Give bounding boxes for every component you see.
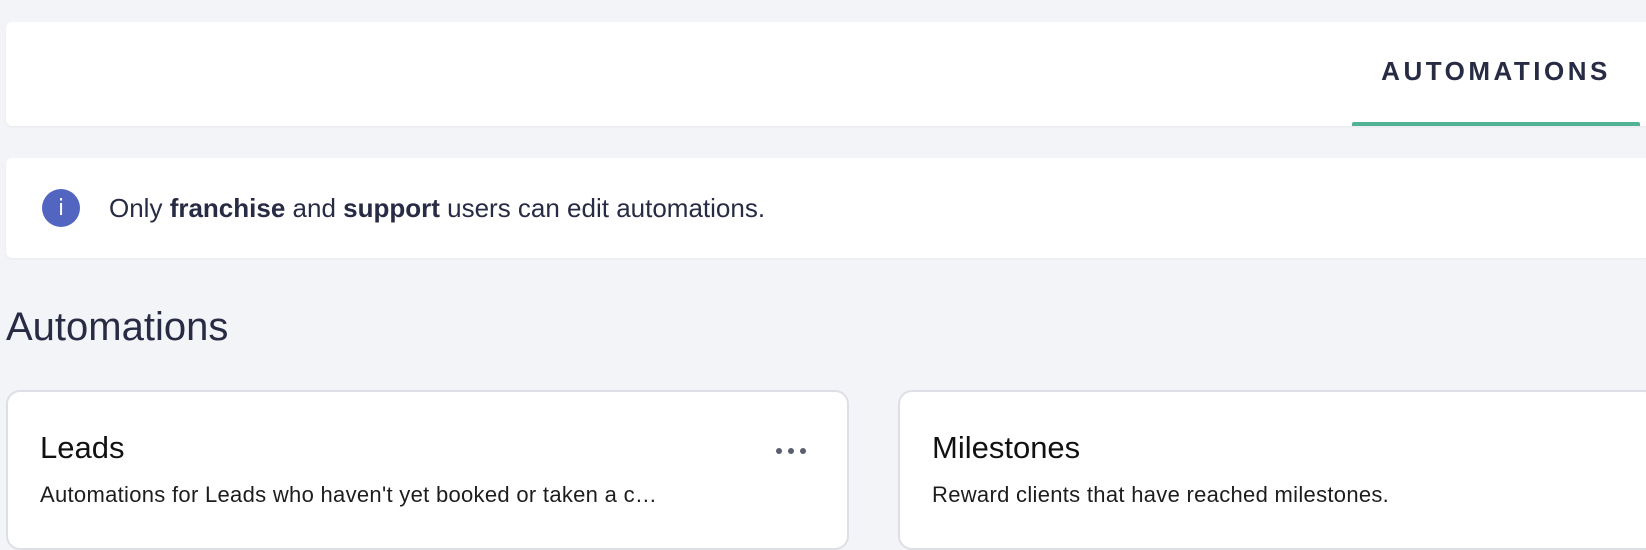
notice-emphasis-support: support [343, 192, 440, 223]
notice-text-part: and [285, 192, 344, 223]
notice-text-part: users can edit automations. [439, 192, 766, 223]
section-title: Automations [6, 305, 229, 349]
card-description: Automations for Leads who haven't yet bo… [40, 482, 658, 507]
tab-automations-label: AUTOMATIONS [1381, 55, 1611, 86]
notice-text-part: Only [109, 192, 170, 223]
permissions-notice: i Only franchise and support users can e… [6, 158, 1646, 258]
info-icon: i [42, 189, 80, 227]
dot [776, 448, 782, 454]
card-title: Milestones [932, 430, 1081, 465]
card-title: Leads [40, 430, 125, 465]
automation-card-leads[interactable]: Leads Automations for Leads who haven't … [6, 390, 849, 550]
more-horizontal-icon[interactable] [770, 440, 812, 462]
tab-automations[interactable]: AUTOMATIONS [1352, 22, 1640, 126]
automation-card-milestones[interactable]: Milestones Reward clients that have reac… [898, 390, 1646, 550]
notice-emphasis-franchise: franchise [169, 192, 286, 223]
notice-text: Only franchise and support users can edi… [109, 193, 765, 224]
dot [788, 448, 794, 454]
active-tab-indicator [1352, 122, 1640, 126]
card-description: Reward clients that have reached milesto… [932, 482, 1390, 507]
tab-bar: AUTOMATIONS [6, 22, 1646, 126]
menu-dots [776, 448, 806, 454]
dot [800, 448, 806, 454]
info-icon-glyph: i [57, 195, 65, 221]
